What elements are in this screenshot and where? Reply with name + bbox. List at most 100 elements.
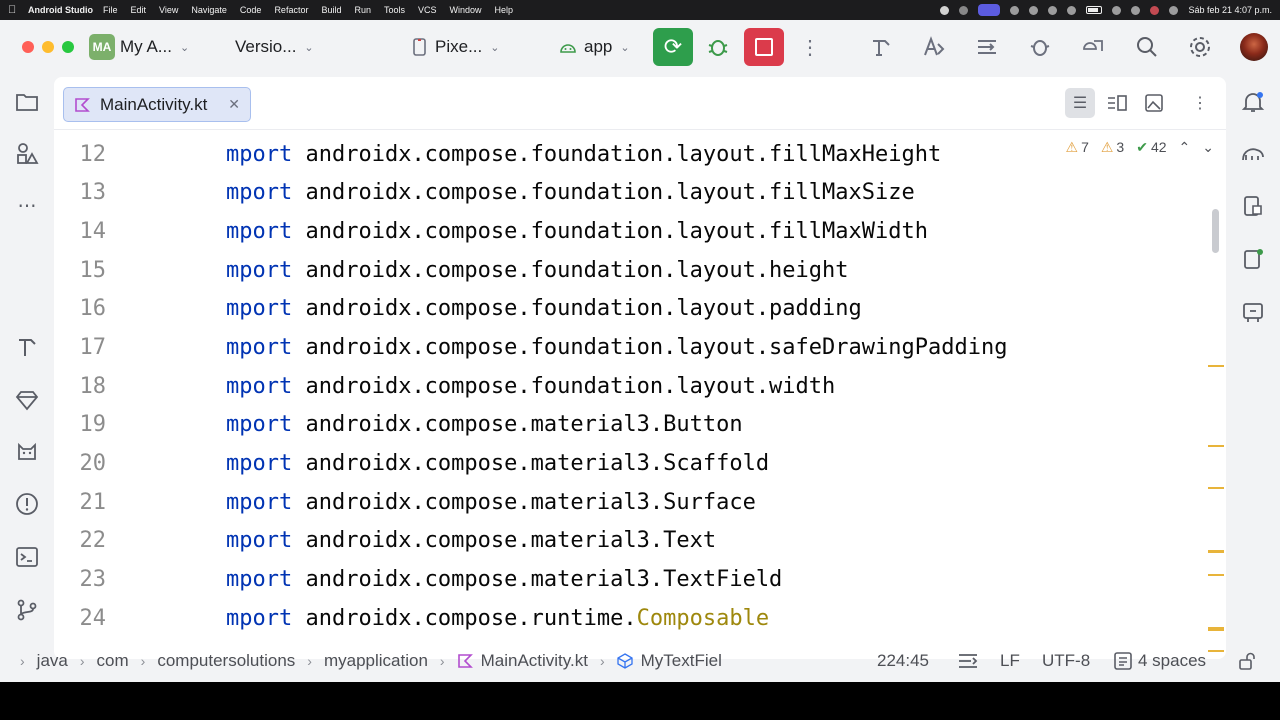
split-view-button[interactable] bbox=[1102, 88, 1132, 118]
breadcrumb-mainactivity[interactable]: MainActivity.kt bbox=[481, 651, 588, 671]
code-view-button[interactable]: ☰ bbox=[1065, 88, 1095, 118]
menu-window[interactable]: Window bbox=[450, 5, 482, 15]
menu-tools[interactable]: Tools bbox=[384, 5, 405, 15]
problems-tool-button[interactable] bbox=[13, 490, 41, 518]
battery-icon[interactable] bbox=[1086, 6, 1103, 14]
device-manager-tool-button[interactable] bbox=[1078, 32, 1108, 62]
editor-options-button[interactable]: ⋮ bbox=[1185, 88, 1215, 118]
menu-edit[interactable]: Edit bbox=[131, 5, 147, 15]
creative-cloud-icon[interactable] bbox=[959, 5, 969, 15]
menu-navigate[interactable]: Navigate bbox=[191, 5, 227, 15]
bluetooth-icon[interactable] bbox=[1067, 5, 1077, 15]
code-line[interactable]: 13 mport androidx.compose.foundation.lay… bbox=[54, 173, 1204, 211]
mute-icon[interactable] bbox=[1048, 5, 1058, 15]
translate-tool-button[interactable] bbox=[919, 32, 949, 62]
breadcrumb-mytextfield[interactable]: MyTextFiel bbox=[641, 651, 722, 671]
menu-code[interactable]: Code bbox=[240, 5, 262, 15]
record-icon[interactable] bbox=[940, 5, 950, 15]
zoom-window-button[interactable] bbox=[62, 41, 74, 53]
more-tools-button[interactable]: ⋯ bbox=[13, 192, 41, 220]
wifi-icon[interactable] bbox=[1112, 5, 1122, 15]
project-tool-button[interactable] bbox=[13, 88, 41, 116]
file-encoding[interactable]: UTF-8 bbox=[1042, 651, 1090, 671]
menu-refactor[interactable]: Refactor bbox=[274, 5, 308, 15]
warning-stripe-mark[interactable] bbox=[1208, 627, 1224, 631]
warning-stripe-mark[interactable] bbox=[1208, 487, 1224, 489]
code-line[interactable]: 20 mport androidx.compose.material3.Scaf… bbox=[54, 444, 1204, 482]
emulator-tool-button[interactable] bbox=[1239, 298, 1267, 326]
search-everywhere-button[interactable] bbox=[1132, 32, 1162, 62]
code-line[interactable]: 22 mport androidx.compose.material3.Text bbox=[54, 521, 1204, 559]
apply-changes-run-button[interactable]: ⟳ bbox=[653, 28, 693, 66]
project-selector[interactable]: MA My A... ⌄ bbox=[89, 34, 189, 60]
device-file-explorer-tool-button[interactable] bbox=[1239, 192, 1267, 220]
code-line[interactable]: 12 mport androidx.compose.foundation.lay… bbox=[54, 135, 1204, 173]
vcs-selector[interactable]: Versio... ⌄ bbox=[235, 37, 314, 57]
breadcrumb-com[interactable]: com bbox=[97, 651, 129, 671]
editor-tab-mainactivity[interactable]: MainActivity.kt ✕ bbox=[63, 87, 251, 122]
close-tab-icon[interactable]: ✕ bbox=[228, 96, 240, 113]
code-line[interactable]: 24 mport androidx.compose.runtime.Compos… bbox=[54, 599, 1204, 637]
running-devices-tool-button[interactable] bbox=[1239, 245, 1267, 273]
spotlight-icon[interactable] bbox=[1131, 5, 1141, 15]
menu-file[interactable]: File bbox=[103, 5, 118, 15]
gradle-tool-button[interactable] bbox=[1239, 140, 1267, 168]
device-selector[interactable]: Pixe... ⌄ bbox=[411, 37, 499, 57]
user-avatar[interactable] bbox=[1240, 33, 1268, 61]
sync-tool-button[interactable] bbox=[972, 32, 1002, 62]
menu-run[interactable]: Run bbox=[354, 5, 371, 15]
apple-icon[interactable]:  bbox=[8, 4, 22, 16]
build-tool-button[interactable] bbox=[866, 32, 896, 62]
minimize-window-button[interactable] bbox=[42, 41, 54, 53]
run-config-selector[interactable]: app ⌄ bbox=[558, 37, 630, 57]
warning-stripe-mark[interactable] bbox=[1208, 445, 1224, 447]
screen-mirroring-icon[interactable] bbox=[978, 4, 1001, 16]
warning-stripe-mark[interactable] bbox=[1208, 550, 1224, 553]
line-separator[interactable]: LF bbox=[1000, 651, 1020, 671]
build-variants-tool-button[interactable] bbox=[13, 333, 41, 361]
close-window-button[interactable] bbox=[22, 41, 34, 53]
breadcrumb-java[interactable]: java bbox=[37, 651, 68, 671]
more-actions-button[interactable]: ⋮ bbox=[795, 32, 825, 62]
warning-stripe-mark[interactable] bbox=[1208, 365, 1224, 367]
profiler-tool-button[interactable] bbox=[1025, 32, 1055, 62]
user-icon[interactable] bbox=[1010, 5, 1020, 15]
resource-manager-tool-button[interactable] bbox=[13, 140, 41, 168]
menu-help[interactable]: Help bbox=[495, 5, 514, 15]
code-line[interactable]: 16 mport androidx.compose.foundation.lay… bbox=[54, 289, 1204, 327]
debug-button[interactable] bbox=[703, 32, 733, 62]
stop-button[interactable] bbox=[744, 28, 784, 66]
code-line[interactable]: 19 mport androidx.compose.material3.Butt… bbox=[54, 405, 1204, 443]
menu-vcs[interactable]: VCS bbox=[418, 5, 437, 15]
code-line[interactable]: 15 mport androidx.compose.foundation.lay… bbox=[54, 251, 1204, 289]
logcat-tool-button[interactable] bbox=[13, 438, 41, 466]
vertical-scrollbar-thumb[interactable] bbox=[1212, 209, 1219, 253]
siri-icon[interactable] bbox=[1150, 5, 1160, 15]
indent-selector[interactable]: 4 spaces bbox=[1114, 651, 1206, 671]
design-view-button[interactable] bbox=[1139, 88, 1169, 118]
menu-app-name[interactable]: Android Studio bbox=[28, 5, 93, 15]
settings-button[interactable] bbox=[1185, 32, 1215, 62]
menu-build[interactable]: Build bbox=[321, 5, 341, 15]
breadcrumb-computersolutions[interactable]: computersolutions bbox=[157, 651, 295, 671]
search-menu-icon[interactable] bbox=[1029, 5, 1039, 15]
code-area[interactable]: ⚠ 7 ⚠ 3 ✔ 42 ⌃ ⌄ 12 mport androidx.compose.… bbox=[54, 131, 1226, 659]
gemini-tool-button[interactable] bbox=[13, 386, 41, 414]
code-line[interactable]: 21 mport androidx.compose.material3.Surf… bbox=[54, 483, 1204, 521]
menu-view[interactable]: View bbox=[159, 5, 178, 15]
breadcrumb-myapplication[interactable]: myapplication bbox=[324, 651, 428, 671]
code-line[interactable]: 14 mport androidx.compose.foundation.lay… bbox=[54, 212, 1204, 250]
read-only-toggle[interactable] bbox=[1238, 652, 1256, 670]
line-ending-options-button[interactable] bbox=[958, 653, 978, 669]
control-center-icon[interactable] bbox=[1169, 5, 1179, 15]
caret-position[interactable]: 224:45 bbox=[877, 651, 929, 671]
menu-clock[interactable]: Sáb feb 21 4:07 p.m. bbox=[1188, 5, 1272, 15]
version-control-tool-button[interactable] bbox=[13, 596, 41, 624]
code-line[interactable]: 23 mport androidx.compose.material3.Text… bbox=[54, 560, 1204, 598]
code-line[interactable]: 18 mport androidx.compose.foundation.lay… bbox=[54, 367, 1204, 405]
warning-stripe-mark[interactable] bbox=[1208, 574, 1224, 576]
next-highlight-icon[interactable]: ⌄ bbox=[1202, 139, 1214, 156]
code-line[interactable]: 17 mport androidx.compose.foundation.lay… bbox=[54, 328, 1204, 366]
terminal-tool-button[interactable] bbox=[13, 543, 41, 571]
notifications-tool-button[interactable] bbox=[1239, 88, 1267, 116]
